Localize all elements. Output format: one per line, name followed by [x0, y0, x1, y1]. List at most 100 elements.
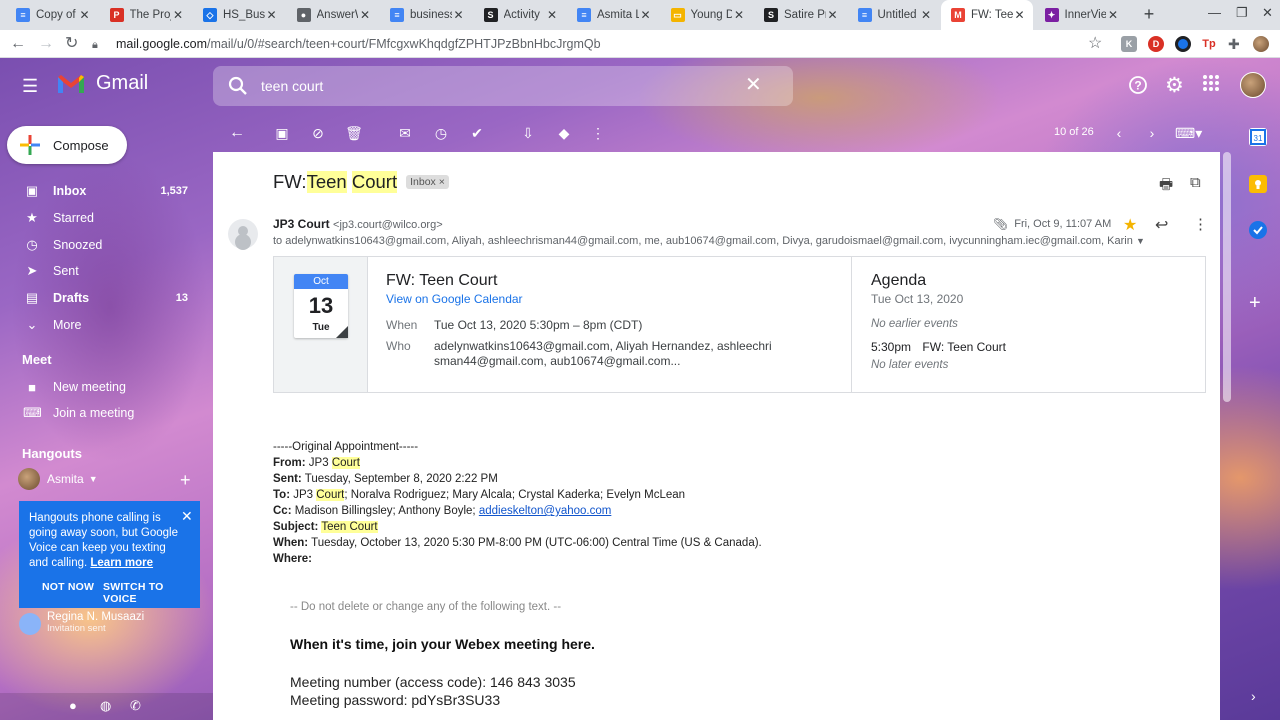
join-meeting-item[interactable]: ⌨ Join a meeting [0, 400, 200, 426]
clear-search-icon[interactable]: ✕ [745, 74, 762, 96]
bookmark-star-icon[interactable]: ☆ [1088, 34, 1102, 54]
calendar-side-icon[interactable]: 31 [1249, 128, 1267, 146]
browser-tab[interactable]: S Activity ✕ [474, 0, 566, 30]
search-icon[interactable] [227, 75, 249, 97]
tab-close-icon[interactable]: ✕ [358, 8, 372, 22]
sidebar-item-more[interactable]: ⌄ More [0, 312, 200, 338]
browser-tab[interactable]: S Satire Pr ✕ [754, 0, 846, 30]
reply-icon[interactable]: ↩ [1155, 215, 1168, 235]
new-tab-button[interactable]: + [1138, 3, 1160, 25]
popup-close-icon[interactable]: ✕ [181, 508, 193, 525]
browser-tab[interactable]: M FW: Teen✕ [941, 0, 1033, 30]
extension-d-icon[interactable]: D [1148, 36, 1164, 52]
close-window-button[interactable]: ✕ [1262, 5, 1273, 21]
phone-icon[interactable]: ✆ [130, 698, 141, 714]
extension-k-icon[interactable]: K [1121, 36, 1137, 52]
apps-grid-icon[interactable] [1202, 74, 1220, 95]
message-more-icon[interactable]: ⋮ [1193, 215, 1208, 233]
tab-close-icon[interactable]: ✕ [1013, 8, 1027, 22]
tasks-side-icon[interactable] [1249, 221, 1267, 239]
browser-tab[interactable]: ● AnswerW✕ [287, 0, 379, 30]
print-icon[interactable]: 🖶︎ [1159, 174, 1173, 199]
search-bar[interactable]: teen court ✕ [213, 66, 793, 106]
add-task-icon[interactable]: ✔ [468, 124, 486, 142]
extensions-puzzle-icon[interactable]: ✚ [1228, 34, 1240, 54]
hangouts-user[interactable]: Asmita ▼ [18, 468, 98, 490]
tab-close-icon[interactable]: ✕ [1106, 8, 1120, 22]
archive-icon[interactable]: ▣ [273, 124, 291, 142]
starred-icon[interactable]: ★ [1123, 215, 1137, 235]
tab-close-icon[interactable]: ✕ [265, 8, 279, 22]
not-now-button[interactable]: NOT NOW [42, 581, 94, 593]
report-spam-icon[interactable]: ⊘ [309, 124, 327, 142]
lock-icon[interactable]: 🔒︎ [92, 35, 98, 55]
reload-icon[interactable]: ↻ [65, 34, 78, 54]
learn-more-link[interactable]: Learn more [90, 557, 153, 569]
tab-close-icon[interactable]: ✕ [639, 8, 653, 22]
help-icon[interactable]: ? [1128, 75, 1148, 98]
sidebar-item-snoozed[interactable]: ◷ Snoozed [0, 232, 200, 258]
recipients-line[interactable]: to adelynwatkins10643@gmail.com, Aliyah,… [273, 235, 1133, 247]
tab-close-icon[interactable]: ✕ [452, 8, 466, 22]
extension-tp-icon[interactable]: Tp [1201, 36, 1217, 52]
extension-circle-icon[interactable] [1175, 36, 1191, 52]
recipients-dropdown-icon[interactable]: ▼ [1136, 236, 1145, 246]
inbox-label-badge[interactable]: Inbox × [406, 175, 449, 189]
tab-close-icon[interactable]: ✕ [732, 8, 746, 22]
hangouts-contact[interactable]: Regina N. Musaazi Invitation sent [19, 611, 144, 635]
sidebar-item-sent[interactable]: ➤ Sent [0, 258, 200, 284]
sidebar-item-starred[interactable]: ★ Starred [0, 205, 200, 231]
sidebar-item-inbox[interactable]: ▣ Inbox 1,537 [0, 178, 200, 204]
input-tools-keyboard-icon[interactable]: ⌨▾ [1175, 124, 1202, 142]
view-calendar-link[interactable]: View on Google Calendar [386, 292, 523, 306]
sidebar-item-drafts[interactable]: ▤ Drafts 13 [0, 285, 200, 311]
email-scrollbar[interactable] [1223, 152, 1231, 402]
browser-tab[interactable]: ▭ Young D ✕ [661, 0, 753, 30]
search-input[interactable]: teen court [261, 78, 323, 94]
back-to-search-icon[interactable]: ← [228, 124, 246, 142]
settings-gear-icon[interactable]: ⚙ [1165, 73, 1184, 98]
address-bar[interactable]: mail.google.com/mail/u/0/#search/teen+co… [116, 34, 601, 54]
mark-unread-icon[interactable]: ✉ [396, 124, 414, 142]
browser-tab[interactable]: ≡ Asmita L ✕ [567, 0, 659, 30]
browser-tab[interactable]: ≡ business ✕ [380, 0, 472, 30]
older-chevron-icon[interactable]: › [1143, 124, 1161, 142]
conversation-icon[interactable]: ◍ [100, 698, 111, 714]
browser-tab[interactable]: ≡ Untitled ✕ [848, 0, 940, 30]
forward-arrow-icon[interactable]: → [38, 34, 54, 54]
cc-email-link[interactable]: addieskelton@yahoo.com [479, 505, 612, 517]
label-icon[interactable]: ◆ [555, 124, 573, 142]
show-side-panel-chevron-icon[interactable]: › [1251, 688, 1256, 704]
new-conversation-plus-icon[interactable]: + [180, 470, 191, 491]
snooze-clock-icon[interactable]: ◷ [432, 124, 450, 142]
new-meeting-item[interactable]: ■ New meeting [0, 374, 200, 400]
back-arrow-icon[interactable]: ← [10, 34, 26, 54]
gmail-logo[interactable]: Gmail [56, 72, 148, 95]
tab-close-icon[interactable]: ✕ [545, 8, 559, 22]
account-avatar[interactable] [1240, 72, 1266, 98]
agenda-event[interactable]: 5:30pm FW: Teen Court [871, 340, 1006, 354]
get-addons-plus-icon[interactable]: + [1249, 293, 1261, 313]
tab-close-icon[interactable]: ✕ [78, 8, 92, 22]
delete-trash-icon[interactable]: 🗑︎ [345, 124, 363, 142]
newer-chevron-icon[interactable]: ‹ [1110, 124, 1128, 142]
move-to-icon[interactable]: ⇩ [519, 124, 537, 142]
minimize-button[interactable]: — [1208, 5, 1221, 20]
browser-tab[interactable]: ≡ Copy of G✕ [6, 0, 98, 30]
tab-close-icon[interactable]: ✕ [919, 8, 933, 22]
browser-tab[interactable]: P The Proje✕ [100, 0, 192, 30]
contacts-person-icon[interactable]: ● [69, 698, 77, 713]
tab-close-icon[interactable]: ✕ [826, 8, 840, 22]
compose-button[interactable]: Compose [7, 126, 127, 164]
open-new-window-icon[interactable]: ⧉ [1190, 174, 1201, 191]
main-menu-icon[interactable]: ☰ [22, 76, 38, 97]
browser-tab[interactable]: ✦ InnerView✕ [1035, 0, 1127, 30]
tab-close-icon[interactable]: ✕ [171, 8, 185, 22]
more-options-icon[interactable]: ⋮ [589, 124, 607, 142]
restore-button[interactable]: ❐ [1236, 5, 1248, 21]
profile-avatar[interactable] [1253, 36, 1269, 52]
status-dropdown-icon[interactable]: ▼ [89, 474, 98, 484]
keep-side-icon[interactable] [1249, 175, 1267, 193]
browser-tab[interactable]: ◇ HS_Busin✕ [193, 0, 285, 30]
switch-to-voice-button[interactable]: SWITCH TO VOICE [103, 581, 200, 605]
